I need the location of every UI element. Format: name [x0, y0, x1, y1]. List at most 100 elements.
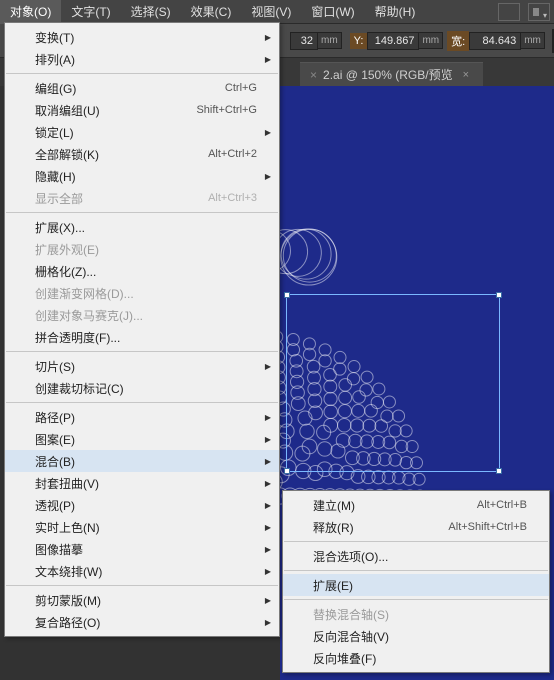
menu-item-label: 创建裁切标记(C)	[35, 380, 257, 397]
menu-item-label: 显示全部	[35, 190, 184, 207]
width-value[interactable]: 84.643	[469, 32, 521, 50]
menu-item[interactable]: 混合(B)	[5, 450, 279, 472]
menu-item[interactable]: 透视(P)	[5, 494, 279, 516]
menu-item[interactable]: 扩展(E)	[283, 574, 549, 596]
menu-item-label: 全部解锁(K)	[35, 146, 184, 163]
menu-item-label: 反向堆叠(F)	[313, 650, 527, 667]
menu-separator	[284, 541, 548, 542]
menu-item: 创建渐变网格(D)...	[5, 282, 279, 304]
menu-item-label: 隐藏(H)	[35, 168, 257, 185]
menu-window[interactable]: 窗口(W)	[301, 0, 364, 24]
menu-item-label: 封套扭曲(V)	[35, 475, 257, 492]
menu-item-label: 释放(R)	[313, 519, 424, 536]
menu-item-label: 栅格化(Z)...	[35, 263, 257, 280]
handle-tr[interactable]	[496, 292, 502, 298]
menu-separator	[284, 570, 548, 571]
y-value[interactable]: 149.867	[367, 32, 419, 50]
menu-item-label: 创建对象马赛克(J)...	[35, 307, 257, 324]
y-unit: mm	[419, 32, 443, 49]
close-icon[interactable]: ×	[310, 68, 317, 82]
arrange-docs-icon[interactable]	[528, 3, 550, 21]
menu-item: 扩展外观(E)	[5, 238, 279, 260]
handle-br[interactable]	[496, 468, 502, 474]
menu-help[interactable]: 帮助(H)	[365, 0, 426, 24]
menu-item-shortcut: Alt+Ctrl+3	[208, 192, 257, 204]
document-tab[interactable]: × 2.ai @ 150% (RGB/预览	[300, 62, 483, 86]
menu-separator	[284, 599, 548, 600]
menu-item[interactable]: 文本绕排(W)	[5, 560, 279, 582]
workspace-icon[interactable]	[498, 3, 520, 21]
menu-item-label: 图像描摹	[35, 541, 257, 558]
menu-item-shortcut: Ctrl+G	[225, 82, 257, 94]
menu-separator	[6, 73, 278, 74]
menu-item-shortcut: Alt+Shift+Ctrl+B	[448, 521, 527, 533]
menu-item-label: 反向混合轴(V)	[313, 628, 527, 645]
menu-item-label: 路径(P)	[35, 409, 257, 426]
menu-item-label: 建立(M)	[313, 497, 453, 514]
selection-bounds[interactable]	[286, 294, 500, 472]
menu-separator	[6, 402, 278, 403]
width-unit: mm	[521, 32, 545, 49]
menu-item-label: 复合路径(O)	[35, 614, 257, 631]
menu-item[interactable]: 封套扭曲(V)	[5, 472, 279, 494]
menu-item-label: 实时上色(N)	[35, 519, 257, 536]
menu-item[interactable]: 路径(P)	[5, 406, 279, 428]
menu-item[interactable]: 剪切蒙版(M)	[5, 589, 279, 611]
menu-separator	[6, 585, 278, 586]
menu-item: 替换混合轴(S)	[283, 603, 549, 625]
menu-item-label: 扩展(X)...	[35, 219, 257, 236]
menu-item-shortcut: Shift+Ctrl+G	[196, 104, 257, 116]
menu-item-label: 替换混合轴(S)	[313, 606, 527, 623]
menu-effect[interactable]: 效果(C)	[181, 0, 242, 24]
menu-item[interactable]: 复合路径(O)	[5, 611, 279, 633]
menu-item[interactable]: 反向堆叠(F)	[283, 647, 549, 669]
menu-item[interactable]: 扩展(X)...	[5, 216, 279, 238]
menu-item-label: 文本绕排(W)	[35, 563, 257, 580]
object-menu: 变换(T) 排列(A) 编组(G)Ctrl+G 取消编组(U) Shift+Ctrl+G…	[4, 22, 280, 637]
menu-item[interactable]: 排列(A)	[5, 48, 279, 70]
menu-item[interactable]: 栅格化(Z)...	[5, 260, 279, 282]
menu-item-label: 拼合透明度(F)...	[35, 329, 257, 346]
menu-item-label: 透视(P)	[35, 497, 257, 514]
leading-unit: mm	[318, 32, 342, 49]
blend-submenu: 建立(M)Alt+Ctrl+B 释放(R) Alt+Shift+Ctrl+B 混合选项…	[282, 490, 550, 673]
menu-item[interactable]: 创建裁切标记(C)	[5, 377, 279, 399]
menu-item[interactable]: 图案(E)	[5, 428, 279, 450]
menu-item[interactable]: 实时上色(N)	[5, 516, 279, 538]
menu-item-label: 扩展外观(E)	[35, 241, 257, 258]
menu-item-label: 变换(T)	[35, 29, 257, 46]
menu-item[interactable]: 锁定(L)	[5, 121, 279, 143]
menu-item[interactable]: 拼合透明度(F)...	[5, 326, 279, 348]
menu-separator	[6, 351, 278, 352]
menu-view[interactable]: 视图(V)	[241, 0, 301, 24]
handle-tl[interactable]	[284, 292, 290, 298]
menu-item[interactable]: 全部解锁(K) Alt+Ctrl+2	[5, 143, 279, 165]
menu-item-label: 图案(E)	[35, 431, 257, 448]
menu-item[interactable]: 建立(M)Alt+Ctrl+B	[283, 494, 549, 516]
menu-item-label: 创建渐变网格(D)...	[35, 285, 257, 302]
menu-item[interactable]: 隐藏(H)	[5, 165, 279, 187]
menu-item-label: 混合选项(O)...	[313, 548, 527, 565]
menu-item[interactable]: 变换(T)	[5, 26, 279, 48]
menu-item[interactable]: 混合选项(O)...	[283, 545, 549, 567]
menu-item[interactable]: 释放(R) Alt+Shift+Ctrl+B	[283, 516, 549, 538]
menu-item-label: 锁定(L)	[35, 124, 257, 141]
menu-item-label: 取消编组(U)	[35, 102, 172, 119]
leading-value[interactable]: 32	[290, 32, 318, 50]
menu-type[interactable]: 文字(T)	[61, 0, 120, 24]
menu-item-shortcut: Alt+Ctrl+2	[208, 148, 257, 160]
menu-separator	[6, 212, 278, 213]
menu-item-label: 扩展(E)	[313, 577, 527, 594]
menu-item[interactable]: 图像描摹	[5, 538, 279, 560]
menu-item[interactable]: 取消编组(U) Shift+Ctrl+G	[5, 99, 279, 121]
menu-item[interactable]: 反向混合轴(V)	[283, 625, 549, 647]
document-title: 2.ai @ 150% (RGB/预览	[323, 66, 453, 83]
y-label: Y:	[350, 33, 368, 49]
menu-item-label: 排列(A)	[35, 51, 257, 68]
menu-item[interactable]: 编组(G)Ctrl+G	[5, 77, 279, 99]
menu-object[interactable]: 对象(O)	[0, 0, 61, 24]
handle-bl[interactable]	[284, 468, 290, 474]
menu-select[interactable]: 选择(S)	[121, 0, 181, 24]
menu-item[interactable]: 切片(S)	[5, 355, 279, 377]
menu-item: 显示全部 Alt+Ctrl+3	[5, 187, 279, 209]
